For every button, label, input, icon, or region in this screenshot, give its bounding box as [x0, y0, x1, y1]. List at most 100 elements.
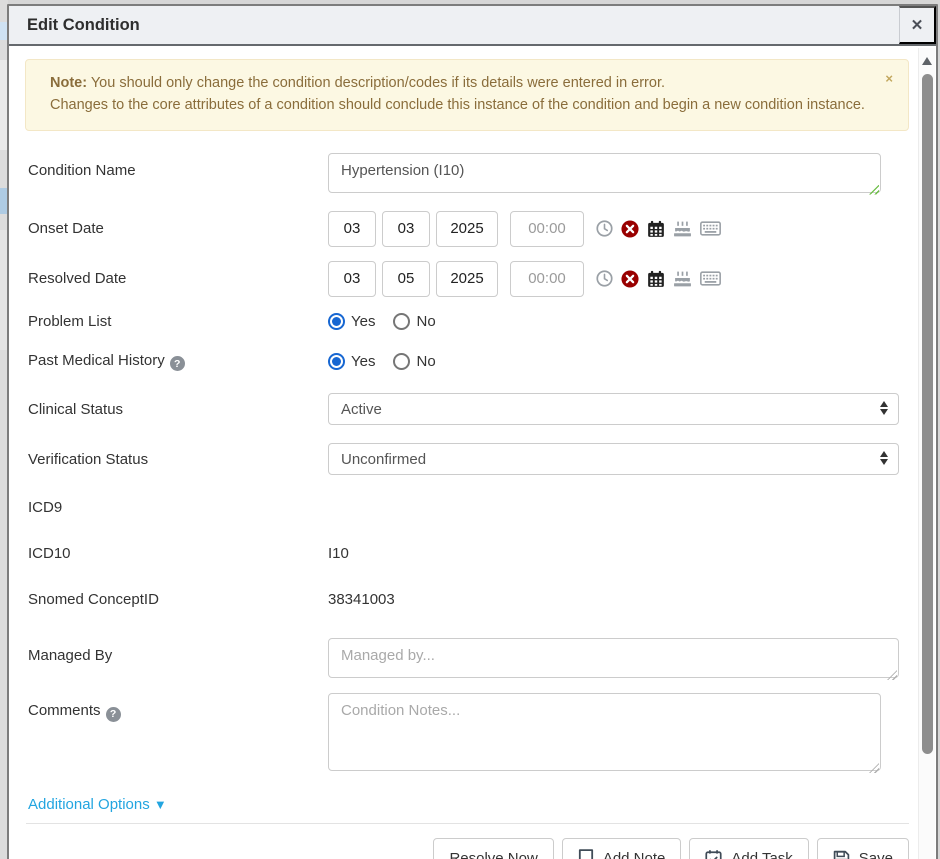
scroll-up-arrow-icon[interactable]: [922, 57, 932, 65]
note-dismiss-icon[interactable]: ×: [885, 71, 893, 86]
radio-no-label: No: [416, 353, 435, 370]
modal-body: Note: You should only change the conditi…: [9, 48, 917, 859]
verification-status-select[interactable]: Unconfirmed: [328, 443, 899, 475]
verification-status-value: Unconfirmed: [341, 451, 426, 468]
footer-divider: [26, 823, 909, 824]
radio-checked-icon[interactable]: [328, 313, 345, 330]
close-icon[interactable]: ✕: [899, 6, 936, 44]
calendar-icon[interactable]: [647, 270, 665, 288]
resolved-time-input[interactable]: [510, 261, 584, 297]
snomed-value: 38341003: [328, 591, 395, 608]
resolved-year-input[interactable]: [436, 261, 498, 297]
condition-name-wrap: Hypertension (I10): [328, 153, 881, 198]
icd10-value: I10: [328, 545, 349, 562]
onset-date-label: Onset Date: [28, 220, 328, 237]
onset-year-input[interactable]: [436, 211, 498, 247]
clinical-status-select[interactable]: Active: [328, 393, 899, 425]
past-medical-history-label: Past Medical History?: [28, 352, 328, 372]
snomed-label: Snomed ConceptID: [28, 591, 328, 608]
birthday-cake-icon[interactable]: [673, 220, 692, 238]
resolved-day-input[interactable]: [382, 261, 430, 297]
comments-wrap: [328, 693, 881, 776]
edit-condition-modal: Edit Condition ✕ Note: You should only c…: [7, 4, 938, 859]
select-arrows-icon: [880, 401, 888, 415]
modal-title: Edit Condition: [9, 16, 140, 35]
help-icon[interactable]: ?: [170, 356, 185, 371]
note-text-1: You should only change the condition des…: [87, 75, 665, 91]
clinical-status-label: Clinical Status: [28, 401, 328, 418]
modal-header: Edit Condition ✕: [9, 6, 936, 46]
icd10-label: ICD10: [28, 545, 328, 562]
pmh-radio-group: Yes No: [328, 353, 436, 370]
radio-yes-label: Yes: [351, 353, 375, 370]
pmh-no-radio[interactable]: No: [393, 353, 435, 370]
radio-checked-icon[interactable]: [328, 353, 345, 370]
condition-name-row: Condition Name Hypertension (I10): [23, 153, 917, 198]
clock-icon[interactable]: [596, 270, 613, 287]
select-arrows-icon: [880, 451, 888, 465]
clock-icon[interactable]: [596, 220, 613, 237]
keyboard-icon[interactable]: [700, 221, 721, 236]
radio-unchecked-icon[interactable]: [393, 353, 410, 370]
verification-status-label: Verification Status: [28, 451, 328, 468]
problem-list-row: Problem List Yes No: [23, 313, 917, 330]
onset-day-input[interactable]: [382, 211, 430, 247]
condition-name-textarea[interactable]: Hypertension (I10): [328, 153, 881, 193]
onset-date-row: Onset Date: [23, 211, 917, 247]
task-calendar-icon-button[interactable]: Add Task: [689, 838, 808, 859]
icd10-row: ICD10 I10: [23, 545, 917, 562]
calendar-icon[interactable]: [647, 220, 665, 238]
clinical-status-value: Active: [341, 401, 382, 418]
managed-by-wrap: [328, 638, 899, 683]
add-note-button[interactable]: Add Note: [562, 838, 682, 859]
modal-scrollbar[interactable]: [918, 48, 935, 859]
additional-options-row: Additional Options ▼: [23, 796, 917, 814]
note-file-icon: [578, 849, 594, 859]
save-floppy-icon: [833, 850, 850, 859]
help-icon[interactable]: ?: [106, 707, 121, 722]
icd9-row: ICD9: [23, 499, 917, 516]
note-line-1: Note: You should only change the conditi…: [50, 73, 868, 95]
pmh-yes-radio[interactable]: Yes: [328, 353, 375, 370]
managed-by-label: Managed By: [28, 638, 328, 664]
birthday-cake-icon[interactable]: [673, 270, 692, 288]
resolve-now-button[interactable]: Resolve Now: [433, 838, 553, 859]
past-medical-history-row: Past Medical History? Yes No: [23, 352, 917, 372]
radio-no-label: No: [416, 313, 435, 330]
note-bold-prefix: Note:: [50, 75, 87, 91]
radio-unchecked-icon[interactable]: [393, 313, 410, 330]
resolved-date-icons: [596, 270, 721, 288]
note-line-2: Changes to the core attributes of a cond…: [50, 95, 868, 117]
clinical-status-row: Clinical Status Active: [23, 393, 917, 425]
calendar-check-icon: [705, 849, 722, 859]
clear-circle-icon[interactable]: [621, 220, 639, 238]
clear-circle-icon[interactable]: [621, 270, 639, 288]
additional-options-link[interactable]: Additional Options ▼: [28, 796, 167, 813]
problem-list-no-radio[interactable]: No: [393, 313, 435, 330]
icd9-label: ICD9: [28, 499, 328, 516]
resolved-month-input[interactable]: [328, 261, 376, 297]
onset-month-input[interactable]: [328, 211, 376, 247]
warning-note: Note: You should only change the conditi…: [25, 59, 909, 131]
comments-row: Comments?: [23, 693, 917, 776]
comments-label: Comments?: [28, 693, 328, 722]
resolved-date-label: Resolved Date: [28, 270, 328, 287]
managed-by-row: Managed By: [23, 638, 917, 683]
resolved-date-row: Resolved Date: [23, 261, 917, 297]
save-button[interactable]: Save: [817, 838, 909, 859]
scrollbar-thumb[interactable]: [922, 74, 933, 754]
condition-name-label: Condition Name: [28, 153, 328, 179]
onset-time-input[interactable]: [510, 211, 584, 247]
problem-list-label: Problem List: [28, 313, 328, 330]
comments-textarea[interactable]: [328, 693, 881, 771]
onset-date-icons: [596, 220, 721, 238]
problem-list-radio-group: Yes No: [328, 313, 436, 330]
managed-by-textarea[interactable]: [328, 638, 899, 678]
radio-yes-label: Yes: [351, 313, 375, 330]
verification-status-row: Verification Status Unconfirmed: [23, 443, 917, 475]
snomed-row: Snomed ConceptID 38341003: [23, 591, 917, 608]
footer-buttons: Resolve Now Add Note Add Task Save: [23, 838, 917, 859]
caret-down-icon: ▼: [154, 797, 167, 812]
keyboard-icon[interactable]: [700, 271, 721, 286]
problem-list-yes-radio[interactable]: Yes: [328, 313, 375, 330]
